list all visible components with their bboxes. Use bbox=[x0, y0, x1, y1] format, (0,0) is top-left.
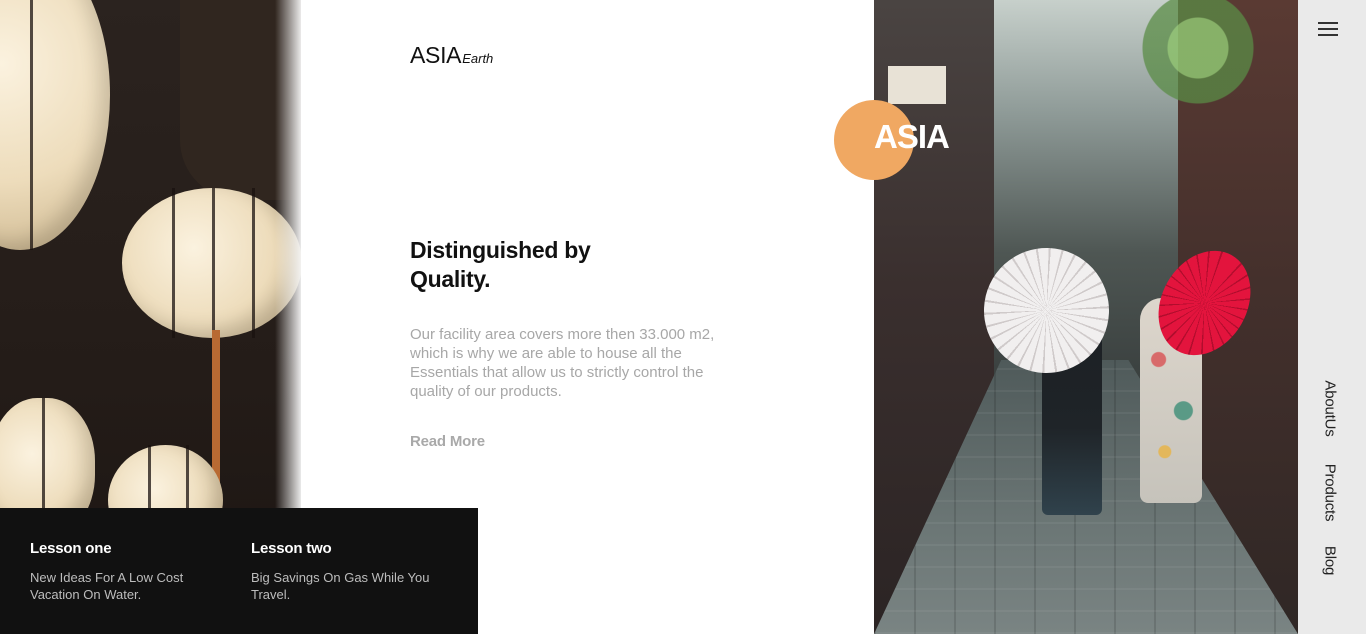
lesson-card: Lesson two Big Savings On Gas While You … bbox=[251, 540, 431, 603]
hero-description: Our facility area covers more then 33.00… bbox=[410, 326, 715, 400]
lesson-text: Big Savings On Gas While You Travel. bbox=[251, 570, 430, 602]
lessons-panel: Lesson one New Ideas For A Low Cost Vaca… bbox=[0, 508, 478, 634]
hero-headline: Distinguished by Quality. bbox=[410, 236, 650, 294]
right-sidebar: AboutUs Products Blog bbox=[1298, 0, 1366, 634]
lesson-title: Lesson two bbox=[251, 540, 332, 557]
nav-products[interactable]: Products bbox=[1322, 464, 1339, 522]
hero-headline-line1: Distinguished by bbox=[410, 237, 591, 263]
nav-about-us[interactable]: AboutUs bbox=[1322, 380, 1339, 436]
brand-name: ASIA bbox=[410, 42, 462, 68]
hamburger-menu-icon[interactable] bbox=[1318, 22, 1338, 36]
street-photo bbox=[874, 0, 1298, 634]
photo-bright-edge bbox=[275, 0, 301, 508]
tree-foliage bbox=[1138, 0, 1258, 120]
hero-headline-line2: Quality. bbox=[410, 266, 491, 292]
asia-badge-text: ASIA bbox=[874, 118, 950, 155]
lesson-card: Lesson one New Ideas For A Low Cost Vaca… bbox=[30, 540, 210, 603]
lesson-text: New Ideas For A Low Cost Vacation On Wat… bbox=[30, 570, 184, 602]
read-more-link[interactable]: Read More bbox=[410, 433, 485, 450]
shop-sign bbox=[888, 66, 946, 104]
nav-blog[interactable]: Blog bbox=[1322, 546, 1339, 575]
brand-suffix: Earth bbox=[462, 51, 494, 66]
lesson-title: Lesson one bbox=[30, 540, 112, 557]
brand-logo[interactable]: ASIAEarth bbox=[410, 42, 493, 69]
